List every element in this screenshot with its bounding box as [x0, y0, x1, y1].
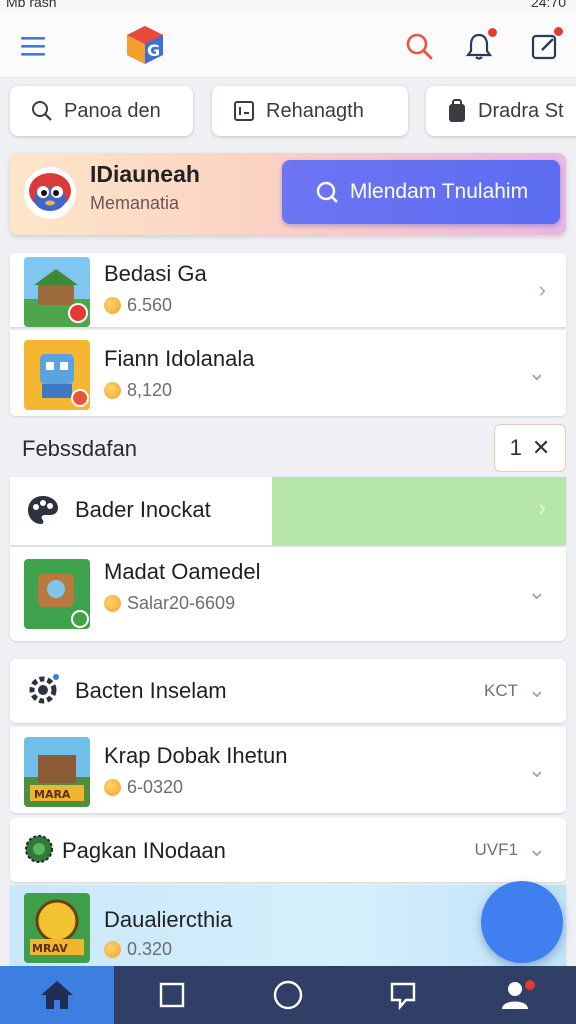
list-item[interactable]: Bader Inockat ›	[10, 477, 566, 545]
bottom-nav	[0, 966, 576, 1024]
status-bar: Mb rash 24:70	[0, 0, 576, 14]
game-thumbnail: MRAV	[24, 893, 90, 963]
list-item[interactable]: Fiann Idolanala 8,120 ⌄	[10, 330, 566, 416]
globe-icon	[25, 835, 53, 863]
game-coins: 8,120	[127, 380, 173, 400]
row-tag: UVF1	[474, 840, 518, 859]
chip-bag[interactable]: Dradra St	[426, 86, 576, 136]
chip-search[interactable]: Panoa den	[10, 86, 193, 136]
bell-icon[interactable]	[462, 27, 498, 63]
search-icon[interactable]	[402, 29, 436, 63]
close-icon: ✕	[531, 435, 551, 460]
promo-action-button[interactable]: Mlendam Tnulahim	[282, 160, 560, 224]
game-thumbnail	[24, 257, 90, 327]
coin-icon	[104, 941, 121, 958]
mascot-avatar	[24, 167, 76, 219]
game-meta: Salar20-6609	[104, 593, 235, 614]
notification-badge	[487, 27, 498, 38]
list-item[interactable]: MARA Krap Dobak Ihetun 6-0320 ⌄	[10, 727, 566, 813]
svg-text:MARA: MARA	[34, 788, 71, 801]
chevron-down-icon[interactable]: ⌄	[528, 579, 546, 605]
game-title: Krap Dobak Ihetun	[104, 743, 288, 768]
nav-square[interactable]	[114, 966, 229, 1024]
filter-chips: Panoa den Rehanagth Dradra St	[0, 86, 576, 138]
dismiss-button[interactable]: 1 ✕	[494, 424, 566, 472]
profile-icon	[501, 980, 535, 1009]
chevron-down-icon[interactable]: ⌄	[528, 360, 546, 386]
section-title: Febssdafan	[22, 436, 137, 461]
game-meta: 6.560	[104, 295, 172, 316]
menu-icon[interactable]	[18, 31, 48, 61]
game-meta: 0.320	[104, 939, 172, 960]
status-clock: 24:70	[530, 0, 566, 10]
gear-icon	[29, 674, 59, 704]
game-title: Daualiercthia	[104, 907, 233, 932]
list-item[interactable]: Madat Oamedel Salar20-6609 ⌄	[10, 547, 566, 641]
chat-icon	[390, 982, 416, 1010]
game-thumbnail: MARA	[24, 737, 90, 807]
square-icon	[159, 982, 184, 1008]
home-icon	[41, 981, 73, 1009]
chevron-down-icon[interactable]: ⌄	[528, 836, 546, 862]
list-item[interactable]: Pagkan INodaan UVF1 ⌄	[10, 818, 566, 882]
coin-icon	[104, 297, 121, 314]
game-coins: Salar20-6609	[127, 593, 236, 613]
list-icon	[234, 101, 254, 121]
search-icon	[32, 101, 52, 121]
list-item[interactable]: Bacten Inselam KCT ⌄	[10, 659, 566, 723]
nav-chat[interactable]	[347, 966, 459, 1024]
game-thumbnail	[24, 340, 90, 410]
chevron-down-icon[interactable]: ⌄	[528, 677, 546, 703]
chevron-down-icon[interactable]: ⌄	[528, 757, 546, 783]
chip-label: Rehanagth	[266, 99, 364, 122]
game-title: Madat Oamedel	[104, 559, 261, 584]
promo-title: IDiauneah	[90, 161, 200, 187]
dismiss-count: 1	[509, 435, 522, 460]
coin-icon	[104, 382, 121, 399]
edit-icon[interactable]	[528, 26, 564, 63]
app-logo[interactable]: G	[122, 22, 168, 68]
game-coins: 6-0320	[127, 777, 184, 797]
game-coins: 6.560	[127, 295, 173, 315]
chevron-right-icon[interactable]: ›	[539, 277, 546, 303]
list-item[interactable]: Bedasi Ga 6.560 ›	[10, 253, 566, 327]
game-thumbnail	[24, 559, 90, 629]
game-title: Fiann Idolanala	[104, 346, 255, 371]
edit-badge	[553, 26, 564, 37]
nav-home[interactable]	[0, 966, 114, 1024]
svg-text:G: G	[147, 41, 160, 60]
chip-list[interactable]: Rehanagth	[212, 86, 408, 136]
game-meta: 8,120	[104, 380, 172, 401]
game-title: Bedasi Ga	[104, 261, 207, 286]
circle-icon	[273, 980, 303, 1010]
bag-icon	[449, 99, 465, 122]
nav-profile[interactable]	[459, 966, 576, 1024]
status-left-text: Mb rash	[6, 0, 57, 10]
coin-icon	[104, 595, 121, 612]
palette-icon	[28, 496, 58, 524]
nav-circle[interactable]	[229, 966, 347, 1024]
app-bar: G	[0, 14, 576, 78]
promo-button-label: Mlendam Tnulahim	[349, 180, 529, 203]
promo-subtitle: Memanatia	[90, 193, 180, 213]
row-title: Bacten Inselam	[75, 678, 227, 703]
row-title: Pagkan INodaan	[62, 838, 226, 863]
chevron-right-icon[interactable]: ›	[539, 495, 546, 521]
game-coins: 0.320	[127, 939, 173, 959]
chip-label: Panoa den	[64, 99, 161, 122]
progress-highlight	[272, 477, 566, 545]
chip-label: Dradra St	[478, 99, 564, 122]
row-tag: KCT	[484, 681, 518, 700]
svg-text:MRAV: MRAV	[32, 942, 68, 955]
game-meta: 6-0320	[104, 777, 183, 798]
promo-banner: IDiauneah Memanatia Mlendam Tnulahim	[10, 153, 566, 235]
coin-icon	[104, 779, 121, 796]
chat-search-icon	[316, 181, 338, 203]
row-title: Bader Inockat	[75, 497, 211, 522]
floating-action-button[interactable]	[481, 881, 563, 963]
